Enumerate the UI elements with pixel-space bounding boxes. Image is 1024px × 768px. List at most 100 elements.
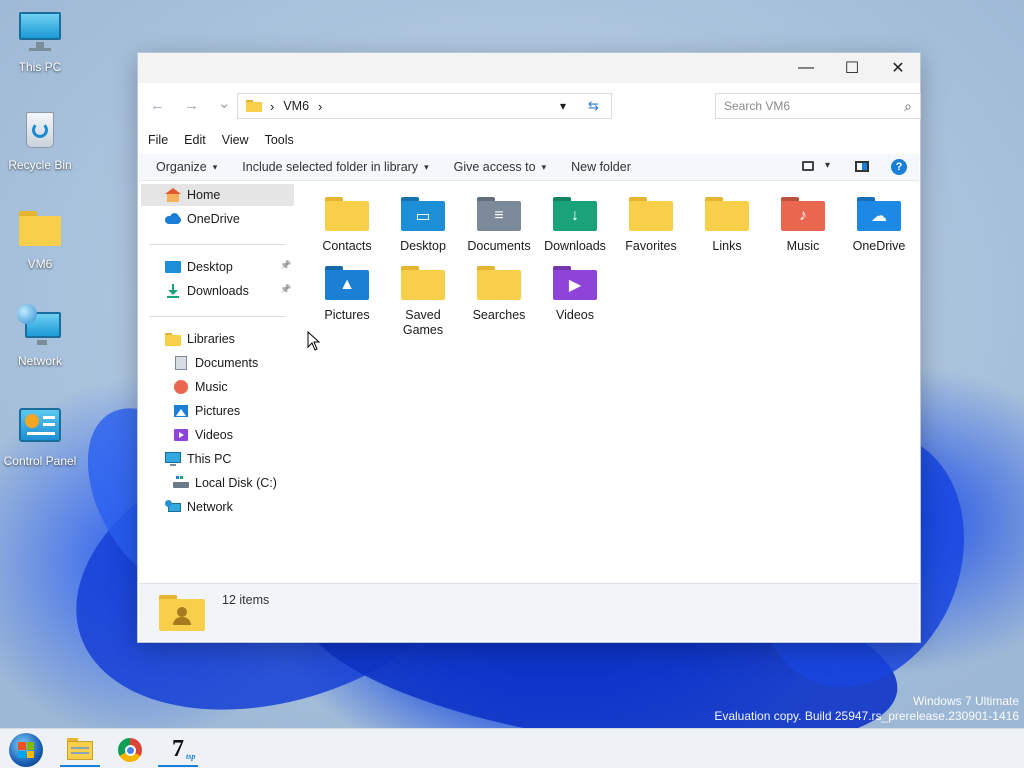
item-count: 12 items: [222, 593, 270, 607]
nav-item-network[interactable]: Network: [165, 496, 233, 518]
pictures-icon: [173, 404, 189, 418]
give-access-button[interactable]: Give access to ▾: [454, 160, 547, 174]
nav-item-pictures[interactable]: Pictures: [173, 400, 240, 422]
search-input[interactable]: Search VM6 ⌕: [715, 93, 921, 119]
maximize-icon: ☐: [844, 60, 860, 77]
desktop-icon-vm6[interactable]: VM6: [0, 207, 80, 271]
pin-icon[interactable]: 📌: [280, 284, 291, 295]
nav-item-onedrive[interactable]: OneDrive: [165, 208, 240, 230]
folder-item[interactable]: Saved Games: [385, 266, 461, 338]
menu-edit[interactable]: Edit: [184, 133, 206, 151]
taskbar-chrome[interactable]: [110, 733, 150, 767]
give-access-label: Give access to: [453, 160, 536, 174]
details-pane: 12 items: [139, 583, 919, 641]
address-field[interactable]: › VM6 › ▾ ⇆: [237, 93, 612, 119]
taskbar-file-explorer[interactable]: [60, 733, 100, 767]
folder-item[interactable]: ↓ Downloads: [537, 197, 613, 254]
address-dropdown-icon[interactable]: ▾: [560, 99, 566, 113]
refresh-icon[interactable]: ⇆: [588, 98, 599, 114]
maximize-button[interactable]: ☐: [829, 53, 875, 83]
desktop-icon-recycle-bin[interactable]: Recycle Bin: [0, 108, 80, 172]
desktop-icon-label: VM6: [27, 257, 53, 271]
folder-item[interactable]: ♪ Music: [765, 197, 841, 254]
view-options-chevron-icon[interactable]: ▾: [825, 160, 830, 171]
nav-item-downloads[interactable]: Downloads: [165, 280, 249, 302]
nav-item-label: Local Disk (C:): [195, 476, 277, 490]
folder-item[interactable]: ≡ Documents: [461, 197, 537, 254]
change-view-button[interactable]: [802, 161, 814, 171]
start-button[interactable]: [6, 733, 46, 767]
favorites-folder-icon: [629, 197, 673, 231]
search-placeholder: Search VM6: [724, 99, 791, 113]
folder-item[interactable]: Favorites: [613, 197, 689, 254]
menu-tools[interactable]: Tools: [265, 133, 294, 151]
nav-item-label: OneDrive: [187, 212, 240, 226]
links-folder-icon: [705, 197, 749, 231]
close-button[interactable]: ✕: [875, 53, 921, 83]
folder-item-label: Links: [712, 239, 742, 253]
user-folder-icon: [159, 595, 205, 631]
nav-item-libraries[interactable]: Libraries: [165, 328, 235, 350]
breadcrumb-item[interactable]: VM6: [283, 99, 309, 113]
desktop-icon-label: This PC: [18, 60, 62, 74]
recycle-bin-icon: [17, 108, 63, 154]
folder-item-label: Documents: [467, 239, 531, 253]
folder-item[interactable]: ▶ Videos: [537, 266, 613, 323]
menu-view[interactable]: View: [222, 133, 249, 151]
folder-item[interactable]: Searches: [461, 266, 537, 323]
include-in-library-button[interactable]: Include selected folder in library ▾: [242, 160, 428, 174]
help-button[interactable]: ?: [891, 159, 907, 175]
nav-item-videos[interactable]: Videos: [173, 424, 233, 446]
minimize-button[interactable]: —: [783, 53, 829, 83]
nav-item-label: Music: [195, 380, 228, 394]
saved-games-folder-icon: [401, 266, 445, 300]
folder-item[interactable]: ☁ OneDrive: [841, 197, 917, 254]
onedrive-folder-icon: ☁: [857, 197, 901, 231]
menu-file[interactable]: File: [148, 133, 168, 151]
nav-item-label: Videos: [195, 428, 233, 442]
desktop-icon-control-panel[interactable]: Control Panel: [0, 404, 80, 468]
search-icon: ⌕: [904, 97, 912, 114]
folder-item[interactable]: Links: [689, 197, 765, 254]
folder-item[interactable]: Contacts: [309, 197, 385, 254]
back-button[interactable]: ←: [150, 97, 165, 114]
nav-item-documents[interactable]: Documents: [173, 352, 258, 374]
title-bar[interactable]: — ☐ ✕: [138, 53, 920, 83]
desktop-icon-network[interactable]: Network: [0, 304, 80, 368]
folder-item[interactable]: ▲ Pictures: [309, 266, 385, 323]
breadcrumb-separator: ›: [270, 98, 275, 114]
organize-button[interactable]: Organize ▾: [156, 160, 217, 174]
recent-locations-button[interactable]: ⌄: [218, 94, 231, 112]
downloads-folder-icon: ↓: [553, 197, 597, 231]
download-arrow-icon: [165, 284, 181, 298]
close-icon: ✕: [891, 60, 905, 77]
folder-item-label: Videos: [556, 308, 594, 322]
desktop-icon: [165, 260, 181, 274]
nav-item-this-pc[interactable]: This PC: [165, 448, 231, 470]
nav-item-label: Pictures: [195, 404, 241, 418]
new-folder-button[interactable]: New folder: [571, 160, 631, 174]
menu-bar: File Edit View Tools: [148, 133, 310, 151]
hard-drive-icon: [173, 476, 189, 490]
nav-item-music[interactable]: Music: [173, 376, 228, 398]
organize-label: Organize: [156, 160, 207, 174]
chevron-down-icon: ▾: [424, 161, 429, 172]
file-list: Contacts ▭ Desktop ≡ Documents ↓ Downloads Favo…: [294, 183, 920, 583]
nav-item-home[interactable]: Home: [165, 184, 220, 206]
taskbar-7tsp[interactable]: 7 tsp: [158, 733, 198, 767]
chrome-icon: [118, 738, 142, 762]
breadcrumb-separator[interactable]: ›: [318, 99, 322, 114]
cloud-icon: [165, 212, 181, 226]
nav-item-local-disk[interactable]: Local Disk (C:): [173, 472, 277, 494]
folder-item[interactable]: ▭ Desktop: [385, 197, 461, 254]
pin-icon[interactable]: 📌: [280, 260, 291, 271]
searches-folder-icon: [477, 266, 521, 300]
desktop-icon-this-pc[interactable]: This PC: [0, 10, 80, 74]
folder-item-label: Favorites: [625, 239, 677, 253]
nav-divider: [149, 244, 285, 245]
explorer-window: — ☐ ✕ ← → ⌄ › VM6 › ▾ ⇆ Search VM6 ⌕ Fil…: [137, 52, 921, 643]
preview-pane-button[interactable]: [855, 161, 869, 172]
forward-button[interactable]: →: [184, 97, 199, 114]
music-folder-icon: ♪: [781, 197, 825, 231]
nav-item-desktop[interactable]: Desktop: [165, 256, 233, 278]
